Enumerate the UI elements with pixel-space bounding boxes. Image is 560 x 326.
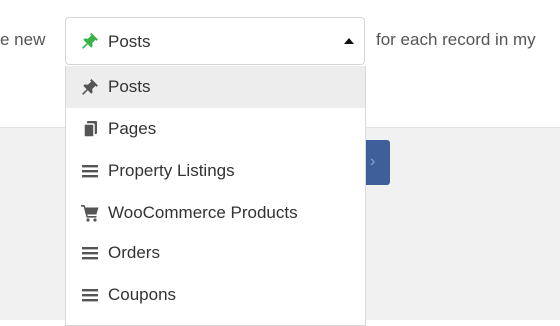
dropdown-item-label: Pages [108, 119, 157, 138]
menu-lines-icon [82, 165, 98, 178]
dropdown-item-label: Coupons [108, 285, 177, 304]
caret-up-icon[interactable] [344, 38, 354, 44]
sentence-suffix: for each record in my [376, 30, 536, 49]
menu-lines-icon [82, 289, 98, 302]
dropdown-item-label: Orders [108, 243, 160, 262]
dropdown-item-property-listings[interactable]: Property Listings [66, 150, 365, 192]
pin-icon [82, 79, 98, 95]
sentence-prefix: e new [0, 30, 46, 49]
dropdown-item-label: Posts [108, 77, 151, 96]
menu-lines-icon [82, 247, 98, 260]
dropdown-item-orders[interactable]: Orders [66, 232, 365, 274]
selected-value: Posts [108, 32, 151, 51]
dropdown-item-label: WooCommerce Products [108, 203, 298, 222]
dropdown-item-coupons[interactable]: Coupons [66, 274, 365, 316]
dropdown-item-label: Property Listings [108, 161, 235, 180]
post-type-dropdown: Posts Pages Property Listings WooCommerc… [65, 66, 366, 326]
dropdown-item-posts[interactable]: Posts [66, 66, 365, 108]
dropdown-item-woocommerce-products[interactable]: WooCommerce Products [66, 192, 365, 234]
pin-icon [82, 33, 98, 49]
dropdown-item-pages[interactable]: Pages [66, 108, 365, 150]
cart-icon [81, 205, 99, 222]
post-type-select[interactable]: Posts [65, 17, 365, 65]
pages-icon [83, 121, 97, 138]
chevron-right-icon: › [370, 153, 376, 170]
next-button[interactable]: › [362, 140, 390, 185]
